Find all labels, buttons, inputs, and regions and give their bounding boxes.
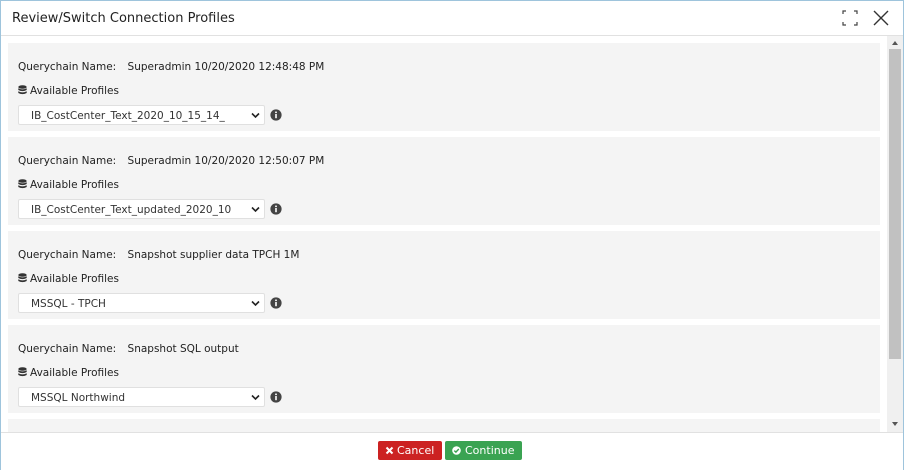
querychain-line: Querychain Name: Snapshot SQL output [18, 343, 239, 355]
info-icon[interactable] [270, 297, 282, 309]
profile-select-value: MSSQL - TPCH [31, 298, 106, 310]
profile-card: Querychain Name: Snapshot SQL output Ava… [8, 325, 880, 413]
querychain-label: Querychain Name: [18, 249, 117, 261]
maximize-button[interactable] [840, 8, 860, 28]
available-profiles-text: Available Profiles [30, 179, 119, 191]
available-profiles-label: Available Profiles [18, 273, 119, 285]
querychain-name: Snapshot SQL output [127, 343, 239, 355]
profile-select[interactable]: IB_CostCenter_Text_2020_10_15_14_ [18, 105, 265, 125]
available-profiles-label: Available Profiles [18, 179, 119, 191]
close-button[interactable] [871, 8, 891, 28]
continue-label: Continue [465, 444, 515, 457]
info-icon[interactable] [270, 203, 282, 215]
profile-select-value: IB_CostCenter_Text_updated_2020_10 [31, 204, 232, 216]
database-icon [18, 273, 27, 283]
times-icon [385, 446, 394, 455]
scroll-up-icon[interactable] [891, 40, 899, 46]
querychain-label: Querychain Name: [18, 61, 117, 73]
querychain-name: Superadmin 10/20/2020 12:48:48 PM [127, 61, 325, 73]
querychain-line: Querychain Name: Snapshot supplier data … [18, 249, 299, 261]
chevron-down-icon [251, 394, 260, 401]
database-icon [18, 367, 27, 377]
available-profiles-label: Available Profiles [18, 367, 119, 379]
available-profiles-text: Available Profiles [30, 85, 119, 97]
profile-card [8, 419, 880, 432]
chevron-down-icon [251, 206, 260, 213]
database-icon [18, 179, 27, 189]
querychain-label: Querychain Name: [18, 343, 117, 355]
profile-select-value: IB_CostCenter_Text_2020_10_15_14_ [31, 110, 225, 122]
close-icon [873, 10, 889, 26]
querychain-line: Querychain Name: Superadmin 10/20/2020 1… [18, 155, 324, 167]
profile-select-value: MSSQL Northwind [31, 392, 126, 404]
dialog-title: Review/Switch Connection Profiles [12, 11, 235, 26]
profile-select[interactable]: MSSQL Northwind [18, 387, 265, 407]
profile-card: Querychain Name: Superadmin 10/20/2020 1… [8, 137, 880, 225]
dialog-footer: Cancel Continue [1, 432, 903, 470]
chevron-down-icon [251, 112, 260, 119]
available-profiles-text: Available Profiles [30, 273, 119, 285]
scrollbar-thumb[interactable] [889, 49, 901, 359]
profile-card: Querychain Name: Superadmin 10/20/2020 1… [8, 43, 880, 131]
querychain-line: Querychain Name: Superadmin 10/20/2020 1… [18, 61, 324, 73]
vertical-scrollbar[interactable] [887, 36, 903, 432]
querychain-name: Superadmin 10/20/2020 12:50:07 PM [127, 155, 325, 167]
scroll-down-icon[interactable] [891, 421, 899, 427]
dialog-header: Review/Switch Connection Profiles [1, 1, 903, 36]
profile-select[interactable]: MSSQL - TPCH [18, 293, 265, 313]
info-icon[interactable] [270, 391, 282, 403]
check-circle-icon [452, 446, 461, 455]
available-profiles-text: Available Profiles [30, 367, 119, 379]
querychain-name: Snapshot supplier data TPCH 1M [127, 249, 300, 261]
profiles-list: Querychain Name: Superadmin 10/20/2020 1… [1, 36, 903, 432]
connection-profiles-dialog: Review/Switch Connection Profiles Queryc… [0, 0, 904, 470]
cancel-button[interactable]: Cancel [378, 441, 442, 460]
querychain-label: Querychain Name: [18, 155, 117, 167]
chevron-down-icon [251, 300, 260, 307]
continue-button[interactable]: Continue [445, 441, 522, 460]
cancel-label: Cancel [397, 444, 435, 457]
maximize-icon [842, 10, 858, 26]
profile-card: Querychain Name: Snapshot supplier data … [8, 231, 880, 319]
database-icon [18, 85, 27, 95]
profile-select[interactable]: IB_CostCenter_Text_updated_2020_10 [18, 199, 265, 219]
available-profiles-label: Available Profiles [18, 85, 119, 97]
info-icon[interactable] [270, 109, 282, 121]
